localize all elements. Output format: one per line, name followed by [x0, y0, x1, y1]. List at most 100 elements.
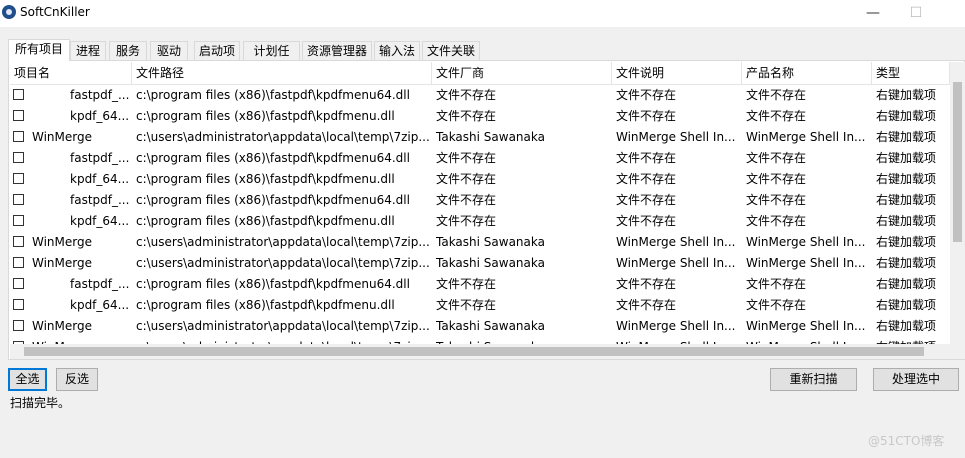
product-cell: WinMerge Shell In... — [746, 130, 866, 144]
column-header-vendor[interactable]: 文件厂商 — [432, 62, 612, 84]
horizontal-scroll-thumb[interactable] — [24, 347, 924, 356]
tab-explorer[interactable]: 资源管理器 — [302, 41, 372, 60]
item-name-cell: kpdf_64... — [70, 298, 130, 312]
tab-all-items[interactable]: 所有项目 — [8, 39, 70, 61]
type-cell: 右键加载项 — [876, 235, 937, 249]
product-cell: WinMerge Shell In... — [746, 256, 866, 270]
list-header: 项目名 文件路径 文件厂商 文件说明 产品名称 类型 — [10, 62, 950, 85]
tab-processes[interactable]: 进程 — [70, 41, 106, 60]
description-cell: 文件不存在 — [616, 277, 677, 291]
item-name-cell: WinMerge — [28, 337, 132, 344]
product-cell: 文件不存在 — [746, 88, 807, 102]
item-name-cell: fastpdf_... — [70, 151, 130, 165]
item-name-cell: kpdf_64... — [70, 214, 130, 228]
table-row[interactable]: kpdf_64... c:\program files (x86)\fastpdf… — [10, 106, 950, 127]
vertical-scroll-thumb[interactable] — [953, 82, 962, 242]
type-cell: 右键加载项 — [876, 193, 937, 207]
table-row[interactable]: kpdf_64... c:\program files (x86)\fastpdf… — [10, 211, 950, 232]
table-row[interactable]: fastpdf_... c:\program files (x86)\fastpd… — [10, 85, 950, 106]
column-header-file-path[interactable]: 文件路径 — [132, 62, 432, 84]
column-header-product[interactable]: 产品名称 — [742, 62, 872, 84]
process-selected-button[interactable]: 处理选中 — [873, 368, 959, 391]
horizontal-scrollbar[interactable] — [10, 344, 950, 359]
tab-drivers[interactable]: 驱动 — [150, 41, 188, 60]
row-checkbox[interactable] — [13, 194, 24, 205]
column-header-item-name[interactable]: 项目名 — [10, 62, 132, 84]
title-bar: SoftCnKiller — ☐ — [0, 0, 965, 27]
table-row[interactable]: WinMerge c:\users\administrator\appdata\l… — [10, 127, 950, 148]
vendor-cell: 文件不存在 — [436, 277, 497, 291]
row-checkbox[interactable] — [13, 236, 24, 247]
file-path-cell: c:\program files (x86)\fastpdf\kpdfmenu6… — [136, 277, 410, 291]
row-checkbox[interactable] — [13, 215, 24, 226]
row-checkbox[interactable] — [13, 299, 24, 310]
item-name-cell: fastpdf_... — [70, 277, 130, 291]
table-row[interactable]: WinMergec:\users\administrator\appdata\l… — [10, 316, 950, 337]
maximize-button[interactable]: ☐ — [893, 0, 939, 27]
file-path-cell: c:\users\administrator\appdata\local\tem… — [136, 130, 430, 144]
description-cell: WinMerge Shell In... — [616, 256, 736, 270]
table-row[interactable]: fastpdf_... c:\program files (x86)\fastpd… — [10, 148, 950, 169]
vendor-cell: 文件不存在 — [436, 298, 497, 312]
type-cell: 右键加载项 — [876, 319, 937, 333]
description-cell: 文件不存在 — [616, 172, 677, 186]
row-checkbox[interactable] — [13, 152, 24, 163]
product-cell: WinMerge Shell In... — [746, 235, 866, 249]
column-header-description[interactable]: 文件说明 — [612, 62, 742, 84]
file-path-cell: c:\program files (x86)\fastpdf\kpdfmenu.… — [136, 172, 395, 186]
items-list: 项目名 文件路径 文件厂商 文件说明 产品名称 类型 fastpdf_... c:… — [10, 62, 950, 344]
invert-selection-button[interactable]: 反选 — [56, 368, 98, 391]
type-cell: 右键加载项 — [876, 151, 937, 165]
table-row[interactable]: kpdf_64... c:\program files (x86)\fastpdf… — [10, 169, 950, 190]
scrollbar-corner — [950, 344, 965, 359]
tab-services[interactable]: 服务 — [109, 41, 147, 60]
rescan-button[interactable]: 重新扫描 — [770, 368, 857, 391]
column-header-type[interactable]: 类型 — [872, 62, 950, 84]
vendor-cell: 文件不存在 — [436, 88, 497, 102]
item-name-cell: WinMerge — [32, 235, 92, 249]
vertical-scrollbar[interactable] — [950, 62, 965, 344]
row-checkbox[interactable] — [13, 89, 24, 100]
table-row[interactable]: WinMergec:\users\administrator\appdata\l… — [10, 253, 950, 274]
tab-file-association[interactable]: 文件关联 — [422, 41, 480, 60]
vendor-cell: 文件不存在 — [436, 214, 497, 228]
table-row[interactable]: WinMergec:\users\administrator\appdata\l… — [10, 337, 950, 344]
table-row[interactable]: fastpdf_... c:\program files (x86)\fastpd… — [10, 274, 950, 295]
tab-scheduled-tasks[interactable]: 计划任务 — [243, 41, 300, 77]
tab-input-method[interactable]: 输入法 — [374, 41, 420, 60]
product-cell: 文件不存在 — [746, 214, 807, 228]
select-all-button[interactable]: 全选 — [8, 368, 47, 391]
row-checkbox[interactable] — [13, 320, 24, 331]
type-cell: 右键加载项 — [876, 298, 937, 312]
table-row[interactable]: kpdf_64... c:\program files (x86)\fastpdf… — [10, 295, 950, 316]
item-name-cell: kpdf_64... — [70, 109, 130, 123]
type-cell: 右键加载项 — [876, 256, 937, 270]
row-checkbox[interactable] — [13, 131, 24, 142]
row-checkbox[interactable] — [13, 110, 24, 121]
product-cell: 文件不存在 — [746, 172, 807, 186]
description-cell: 文件不存在 — [616, 109, 677, 123]
close-button[interactable] — [936, 0, 965, 27]
table-row[interactable]: fastpdf_... c:\program files (x86)\fastpd… — [10, 190, 950, 211]
row-checkbox[interactable] — [13, 278, 24, 289]
vendor-cell: 文件不存在 — [436, 109, 497, 123]
file-path-cell: c:\users\administrator\appdata\local\tem… — [136, 319, 430, 333]
file-path-cell: c:\program files (x86)\fastpdf\kpdfmenu.… — [136, 214, 395, 228]
vendor-cell: 文件不存在 — [436, 151, 497, 165]
row-checkbox[interactable] — [13, 257, 24, 268]
vendor-cell: Takashi Sawanaka — [436, 235, 545, 249]
watermark: @51CTO博客 — [868, 434, 945, 448]
product-cell: 文件不存在 — [746, 298, 807, 312]
file-path-cell: c:\users\administrator\appdata\local\tem… — [136, 235, 430, 249]
type-cell: 右键加载项 — [876, 172, 937, 186]
minimize-button[interactable]: — — [850, 0, 896, 27]
app-icon — [2, 5, 16, 19]
product-cell: 文件不存在 — [746, 109, 807, 123]
item-name-cell: WinMerge — [32, 130, 92, 144]
tab-startup[interactable]: 启动项 — [194, 41, 240, 60]
row-checkbox[interactable] — [13, 173, 24, 184]
product-cell: 文件不存在 — [746, 151, 807, 165]
vendor-cell: Takashi Sawanaka — [436, 256, 545, 270]
window-title: SoftCnKiller — [20, 5, 90, 19]
table-row[interactable]: WinMerge c:\users\administrator\appdata\l… — [10, 232, 950, 253]
